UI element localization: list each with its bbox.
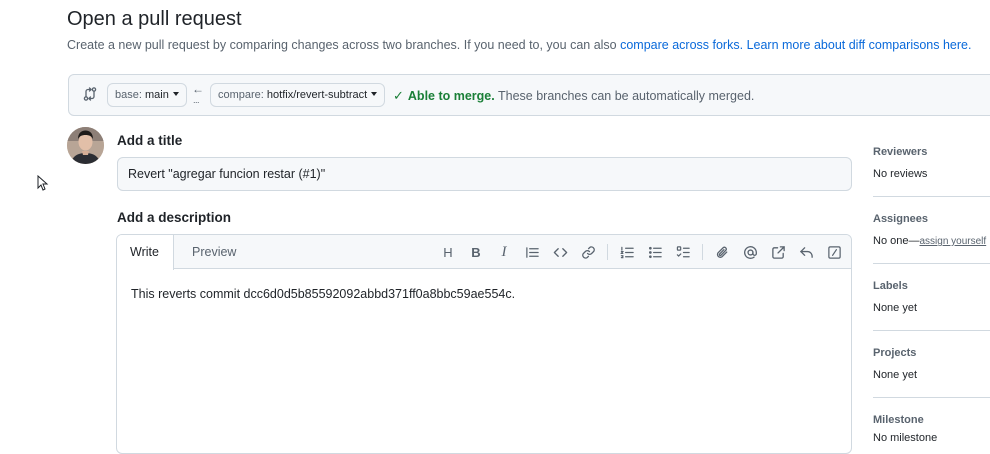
page-subtitle: Create a new pull request by comparing c… (67, 38, 971, 52)
sidebar-assignees-value: No one—assign yourself (873, 235, 986, 247)
tab-write[interactable]: Write (117, 235, 174, 270)
cross-reference-icon[interactable] (769, 243, 787, 261)
learn-more-link[interactable]: Learn more about diff comparisons here. (747, 38, 972, 52)
ordered-list-icon[interactable] (618, 243, 636, 261)
arrow-dots: ... (193, 95, 200, 105)
check-icon: ✓ (393, 88, 404, 103)
compare-prefix: compare: (218, 89, 264, 101)
assignees-none: No one— (873, 235, 920, 247)
sidebar-divider (873, 397, 990, 398)
base-branch-select[interactable]: base: main (107, 83, 187, 107)
quote-icon[interactable] (523, 243, 541, 261)
sidebar-reviewers-label[interactable]: Reviewers (873, 146, 927, 158)
mouse-cursor-icon (37, 174, 49, 191)
task-list-icon[interactable] (674, 243, 692, 261)
merge-status: ✓ Able to merge. These branches can be au… (393, 88, 754, 104)
sidebar-labels-value: None yet (873, 302, 918, 314)
avatar[interactable] (67, 127, 104, 164)
unordered-list-icon[interactable] (646, 243, 664, 261)
merge-status-detail: These branches can be automatically merg… (497, 89, 755, 103)
git-compare-icon (82, 86, 98, 102)
toolbar-divider (607, 244, 608, 260)
sidebar-assignees-label[interactable]: Assignees (873, 213, 928, 225)
caret-down-icon (371, 92, 378, 97)
title-input[interactable]: Revert "agregar funcion restar (#1)" (117, 157, 852, 191)
reply-icon[interactable] (797, 243, 815, 261)
sidebar-labels-label[interactable]: Labels (873, 280, 908, 292)
tab-preview[interactable]: Preview (178, 235, 250, 269)
sidebar-divider (873, 330, 990, 331)
base-branch-value: main (144, 89, 169, 101)
sidebar-milestone-value: No milestone (873, 432, 938, 444)
description-editor: Write Preview H B I This reverts commit … (116, 234, 852, 454)
code-icon[interactable] (551, 243, 569, 261)
italic-icon[interactable]: I (495, 243, 513, 261)
page-title: Open a pull request (67, 8, 242, 30)
toolbar-divider (702, 244, 703, 260)
bold-icon[interactable]: B (467, 243, 485, 261)
compare-branch-value: hotfix/revert-subtract (266, 89, 368, 101)
sidebar-milestone-label[interactable]: Milestone (873, 414, 924, 426)
caret-down-icon (172, 92, 179, 97)
sidebar-divider (873, 263, 990, 264)
formatting-tools: H B I (429, 243, 843, 261)
sidebar-divider (873, 196, 990, 197)
heading-icon[interactable]: H (439, 243, 457, 261)
sidebar-projects-value: None yet (873, 369, 918, 381)
title-label: Add a title (117, 133, 183, 148)
compare-branch-select[interactable]: compare: hotfix/revert-subtract (210, 83, 386, 107)
compare-forks-link[interactable]: compare across forks. (620, 38, 743, 52)
mention-icon[interactable] (741, 243, 759, 261)
sidebar-reviewers-value: No reviews (873, 168, 928, 180)
attachment-icon[interactable] (713, 243, 731, 261)
subtitle-text: Create a new pull request by comparing c… (67, 38, 621, 52)
description-label: Add a description (117, 210, 232, 225)
sidebar-projects-label[interactable]: Projects (873, 347, 916, 359)
link-icon[interactable] (579, 243, 597, 261)
arrow-left-icon: ← (192, 82, 204, 96)
assign-yourself-link[interactable]: assign yourself (919, 236, 986, 247)
avatar-image (67, 127, 104, 164)
merge-status-label: Able to merge. (407, 89, 495, 103)
branch-compare-bar: base: main ← ... compare: hotfix/revert-… (68, 74, 990, 116)
editor-toolbar: Write Preview H B I (117, 235, 851, 270)
slash-command-icon[interactable] (825, 243, 843, 261)
base-prefix: base: (115, 89, 142, 101)
description-textarea[interactable]: This reverts commit dcc6d0d5b85592092abb… (131, 287, 515, 301)
